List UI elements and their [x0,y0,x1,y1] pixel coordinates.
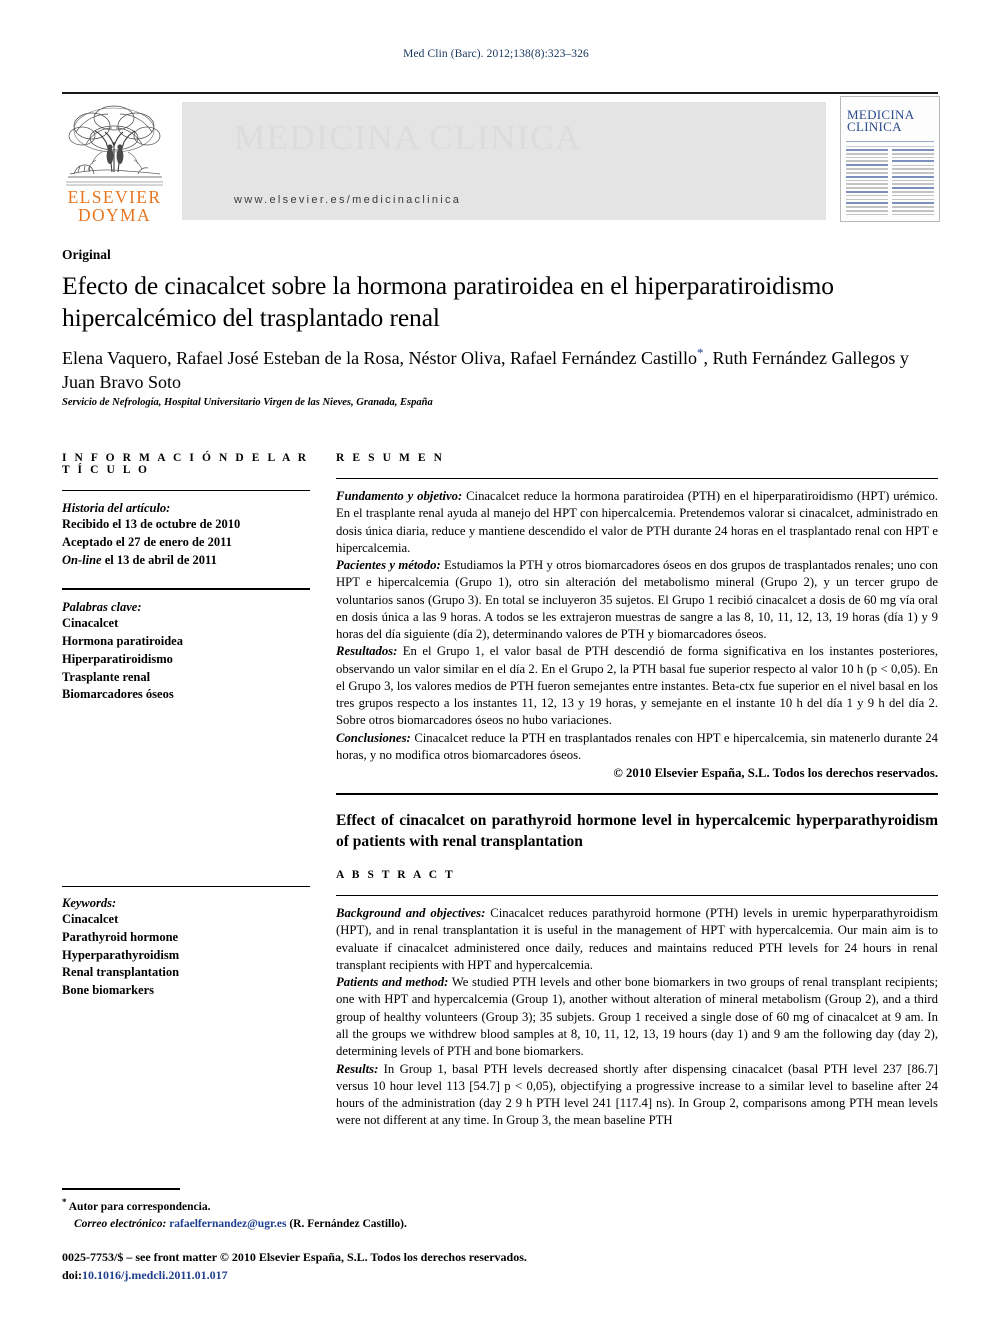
resumen-paragraph-label: Pacientes y método: [336,558,441,573]
keyword-item: Hiperparatiroidismo [62,651,173,666]
journal-name: MEDICINA CLINICA [234,118,582,157]
cover-rule-top [846,141,934,142]
history-accepted: Aceptado el 27 de enero de 2011 [62,534,232,549]
keyword-item: Hormona paratiroidea [62,634,183,648]
journal-article-page: Med Clin (Barc). 2012;138(8):323–326 ELS… [0,0,992,1323]
abstract-heading: A B S T R A C T [336,869,456,882]
email-owner: (R. Fernández Castillo). [286,1218,407,1231]
keyword-item: Cinacalcet [62,616,119,631]
cover-rule-second [846,146,934,147]
doi-label: doi: [62,1268,83,1282]
resumen-heading: R E S U M E N [336,452,445,464]
author-affiliation: Servicio de Nefrología, Hospital Univers… [62,397,433,408]
abstract-paragraph-label: Results: [336,1061,379,1076]
history-online: On-line el 13 de abril de 2011 [62,552,217,567]
abstract-paragraph-label: Patients and method: [336,975,449,990]
resumen-paragraph-text: Cinacalcet reduce la PTH en trasplantado… [336,730,938,762]
journal-title-band: MEDICINA CLINICA www.elsevier.es/medicin… [182,102,826,220]
resumen-paragraph: Resultados: En el Grupo 1, el valor basa… [336,643,938,729]
journal-masthead: ELSEVIER DOYMA MEDICINA CLINICA www.else… [62,92,940,224]
keyword-en-item: Renal transplantation [62,965,180,980]
resumen-panel: R E S U M E N Fundamento y objetivo: Cin… [336,452,938,1130]
journal-cover-thumbnail[interactable]: MEDICINA CLINICA [840,96,940,222]
resumen-paragraph-label: Resultados: [336,644,398,659]
keyword-en-item: Hyperparathyroidism [62,947,180,962]
history-received: Recibido el 13 de octubre de 2010 [62,517,241,531]
corresponding-author-note: * Autor para correspondencia. Correo ele… [62,1196,622,1233]
keyword-en-item: Cinacalcet [62,912,119,926]
info-panel-heading: I N F O R M A C I Ó N D E L A R T Í C U … [62,452,309,476]
abstract-paragraph: Background and objectives: Cinacalcet re… [336,905,938,974]
abstract-paragraph: Results: In Group 1, basal PTH levels de… [336,1061,938,1130]
running-head: Med Clin (Barc). 2012;138(8):323–326 [403,48,589,60]
english-article-title: Effect of cinacalcet on parathyroid horm… [336,812,938,850]
resumen-paragraph-label: Conclusiones: [336,730,411,745]
keyword-item: Biomarcadores óseos [62,687,174,702]
cover-column-left [846,149,888,217]
footnote-rule [62,1188,180,1190]
author-list: Elena Vaquero, Rafael José Esteban de la… [62,344,938,395]
history-label: Historia del artículo: [62,501,171,515]
resumen-paragraph: Conclusiones: Cinacalcet reduce la PTH e… [336,730,938,765]
cover-title: MEDICINA CLINICA [847,107,915,135]
keywords-label: Palabras clave: [62,600,142,615]
cover-contents-lines [846,149,934,217]
keyword-en-item: Bone biomarkers [62,983,155,997]
article-info-panel: I N F O R M A C I Ó N D E L A R T Í C U … [62,452,310,704]
corresponding-author-label: Autor para correspondencia. [68,1200,211,1213]
abstract-paragraph: Patients and method: We studied PTH leve… [336,974,938,1060]
cover-column-right [892,149,934,217]
elsevier-tree-icon [66,105,163,186]
keyword-item: Trasplante renal [62,669,151,684]
doi-link[interactable]: 10.1016/j.medcli.2011.01.017 [82,1268,228,1282]
elsevier-doyma-logo: ELSEVIER DOYMA [62,102,167,224]
authors-line-1: Elena Vaquero, Rafael José Esteban de la… [62,348,697,368]
abstract-paragraph-text: In Group 1, basal PTH levels decreased s… [336,1061,938,1128]
article-section-label: Original [62,247,111,262]
footnote-asterisk: * [62,1197,67,1207]
issn-copyright-block: 0025-7753/$ – see front matter © 2010 El… [62,1248,702,1284]
doyma-wordmark: DOYMA [77,204,152,225]
email-link[interactable]: rafaelfernandez@ugr.es [169,1218,286,1230]
keywords-en-label: Keywords: [62,896,117,910]
resumen-copyright: © 2010 Elsevier España, S.L. Todos los d… [613,766,938,781]
resumen-paragraph-text: En el Grupo 1, el valor basal de PTH des… [336,644,938,728]
english-keywords-panel: Keywords: Cinacalcet Parathyroid hormone… [62,886,310,1000]
email-label: Correo electrónico: [74,1218,167,1231]
issn-line: 0025-7753/$ – see front matter © 2010 El… [62,1250,527,1264]
resumen-paragraph-label: Fundamento y objetivo: [336,489,463,503]
abstract-paragraph-label: Background and objectives: [336,906,486,921]
journal-url[interactable]: www.elsevier.es/medicinaclinica [234,194,461,206]
keyword-en-item: Parathyroid hormone [62,929,179,944]
resumen-paragraph: Fundamento y objetivo: Cinacalcet reduce… [336,488,938,557]
resumen-paragraph: Pacientes y método: Estudiamos la PTH y … [336,557,938,643]
article-title: Efecto de cinacalcet sobre la hormona pa… [62,271,834,333]
